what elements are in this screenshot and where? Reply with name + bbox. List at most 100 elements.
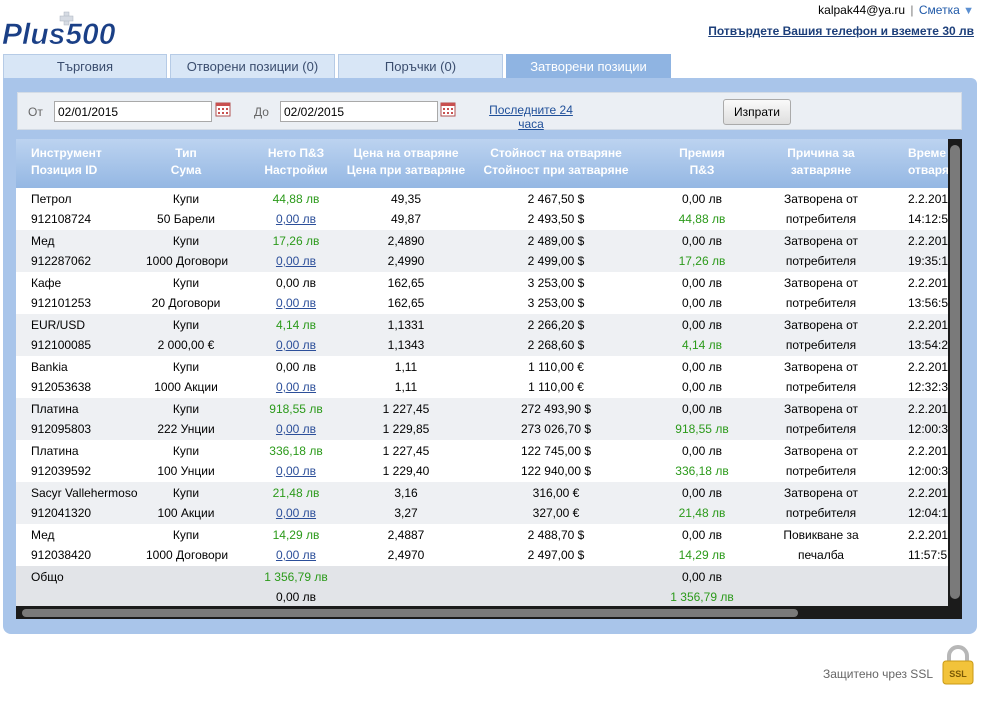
send-button[interactable]: Изпрати — [723, 99, 791, 125]
cell-price-bottom: 2,4990 — [387, 254, 425, 268]
cell-time: 2.2.201 12:04:1 — [908, 482, 948, 524]
cell-net-pnl: 0,00 лв 0,00 лв — [256, 272, 336, 314]
settings-link[interactable]: 0,00 лв — [276, 212, 316, 226]
plus500-logo[interactable]: Plus500 — [2, 10, 134, 48]
cell-price-top: 3,16 — [394, 486, 418, 500]
cell-net-pnl-bottom: 0,00 лв — [256, 335, 336, 355]
cell-instrument-bottom: 912041320 — [31, 506, 92, 520]
header-separator: | — [910, 3, 914, 17]
to-date-input[interactable] — [280, 101, 438, 122]
table-row[interactable]: Мед 912038420 Купи 1000 Договори 14,29 лв 0,0… — [16, 524, 948, 566]
cell-time-top: 2.2.201 — [908, 318, 949, 332]
cell-net-pnl: 4,14 лв 0,00 лв — [256, 314, 336, 356]
cell-time: 2.2.201 13:56:5 — [908, 272, 948, 314]
cell-value-bottom: 2 268,60 $ — [527, 338, 585, 352]
horizontal-scrollbar[interactable] — [16, 607, 962, 619]
table-row[interactable]: Мед 912287062 Купи 1000 Договори 17,26 лв 0,0… — [16, 230, 948, 272]
tab-closed-positions[interactable]: Затворени позиции — [506, 54, 671, 78]
cell-time: 2.2.201 12:00:3 — [908, 440, 948, 482]
table-row[interactable]: Петрол 912108724 Купи 50 Барели 44,88 лв 0,00… — [16, 188, 948, 230]
table-row[interactable]: EUR/USD 912100085 Купи 2 000,00 €4,14 лв 0,0… — [16, 314, 948, 356]
totals-premium-value: 0,00 лв — [681, 570, 723, 584]
cell-instrument: Bankia 912053638 — [31, 356, 151, 398]
cell-type-bottom: 1000 Акции — [154, 380, 218, 394]
cell-price-top: 1 227,45 — [382, 402, 430, 416]
totals-settings: 0,00 лв — [275, 590, 317, 604]
cell-time: 2.2.201 13:54:2 — [908, 314, 948, 356]
col-type[interactable]: Тип Сума — [156, 139, 216, 188]
cell-time-bottom: 12:32:3 — [908, 380, 949, 394]
col-reason[interactable]: Причина за затваряне — [766, 139, 876, 188]
cell-value: 2 489,00 $ 2 499,00 $ — [478, 230, 634, 272]
horizontal-scroll-thumb[interactable] — [22, 609, 798, 617]
settings-link[interactable]: 0,00 лв — [276, 506, 316, 520]
cell-premium: 0,00 лв 21,48 лв — [661, 482, 743, 524]
last-24-hours-link[interactable]: Последните 24 часа — [481, 103, 581, 131]
closed-positions-table: Инструмент Позиция ID Тип Сума Нето П&З Нас… — [16, 139, 962, 619]
chevron-down-icon[interactable]: ▼ — [963, 5, 974, 17]
confirm-phone-link[interactable]: Потвърдете Вашия телефон и вземете 30 лв — [708, 24, 974, 38]
cell-reason-top: Затворена от — [784, 192, 858, 206]
cell-instrument-bottom: 912100085 — [31, 338, 92, 352]
cell-reason-bottom: потребителя — [785, 506, 857, 520]
table-row[interactable]: Bankia 912053638 Купи 1000 Акции 0,00 лв 0,00… — [16, 356, 948, 398]
cell-value-top: 2 488,70 $ — [527, 528, 585, 542]
cell-price: 49,35 49,87 — [338, 188, 474, 230]
cell-value-bottom: 2 499,00 $ — [527, 254, 585, 268]
tab-orders[interactable]: Поръчки (0) — [338, 54, 503, 78]
table-row[interactable]: Sacyr Vallehermoso 912041320 Купи 100 Акции… — [16, 482, 948, 524]
cell-time: 2.2.201 12:00:3 — [908, 398, 948, 440]
col-value[interactable]: Стойност на отваряне Стойност при затваря… — [478, 139, 634, 188]
cell-value-top: 3 253,00 $ — [527, 276, 585, 290]
vertical-scrollbar[interactable] — [948, 139, 962, 607]
settings-link[interactable]: 0,00 лв — [276, 422, 316, 436]
cell-premium: 0,00 лв 44,88 лв — [661, 188, 743, 230]
tab-open-positions[interactable]: Отворени позиции (0) — [170, 54, 335, 78]
account-menu-link[interactable]: Сметка — [919, 3, 960, 17]
table-row[interactable]: Платина 912095803 Купи 222 Унции 918,55 лв 0,… — [16, 398, 948, 440]
cell-premium-bottom: 336,18 лв — [675, 464, 729, 478]
settings-link[interactable]: 0,00 лв — [276, 380, 316, 394]
table-row[interactable]: Кафе 912101253 Купи 20 Договори 0,00 лв 0,00 … — [16, 272, 948, 314]
cell-value: 1 110,00 € 1 110,00 € — [478, 356, 634, 398]
from-date-input[interactable] — [54, 101, 212, 122]
tab-trading[interactable]: Търговия — [3, 54, 167, 78]
cell-reason-top: Затворена от — [784, 318, 858, 332]
cell-reason: Затворена от потребителя — [766, 314, 876, 356]
cell-reason: Затворена от потребителя — [766, 188, 876, 230]
settings-link[interactable]: 0,00 лв — [276, 548, 316, 562]
col-net-pnl[interactable]: Нето П&З Настройки — [256, 139, 336, 188]
settings-link[interactable]: 0,00 лв — [276, 296, 316, 310]
cell-price-bottom: 2,4970 — [387, 548, 425, 562]
cell-price-top: 2,4890 — [387, 234, 425, 248]
cell-type-top: Купи — [172, 318, 200, 332]
cell-instrument: Sacyr Vallehermoso 912041320 — [31, 482, 151, 524]
col-price[interactable]: Цена на отваряне Цена при затваряне — [338, 139, 474, 188]
table-row[interactable]: Платина 912039592 Купи 100 Унции 336,18 лв 0,… — [16, 440, 948, 482]
cell-net-pnl-top: 0,00 лв — [275, 276, 317, 290]
calendar-icon[interactable] — [215, 101, 231, 117]
cell-value-top: 1 110,00 € — [528, 360, 584, 374]
cell-premium: 0,00 лв 918,55 лв — [661, 398, 743, 440]
settings-link[interactable]: 0,00 лв — [276, 254, 316, 268]
settings-link[interactable]: 0,00 лв — [276, 464, 316, 478]
cell-time-top: 2.2.201 — [908, 276, 949, 290]
col-time[interactable]: Време отваря — [908, 139, 949, 188]
cell-premium-top: 0,00 лв — [681, 276, 723, 290]
vertical-scroll-thumb[interactable] — [950, 145, 960, 599]
col-premium[interactable]: Премия П&З — [661, 139, 743, 188]
col-instrument[interactable]: Инструмент Позиция ID — [31, 139, 102, 188]
cell-reason-bottom: потребителя — [785, 380, 857, 394]
cell-time-top: 2.2.201 — [908, 528, 949, 542]
cell-type-bottom: 222 Унции — [157, 422, 215, 436]
cell-reason: Затворена от потребителя — [766, 230, 876, 272]
cell-net-pnl-top: 918,55 лв — [269, 402, 323, 416]
cell-net-pnl-top: 17,26 лв — [272, 234, 320, 248]
calendar-icon[interactable] — [440, 101, 456, 117]
cell-value: 316,00 € 327,00 € — [478, 482, 634, 524]
cell-time-bottom: 13:54:2 — [908, 338, 949, 352]
cell-time: 2.2.201 19:35:1 — [908, 230, 948, 272]
cell-premium-top: 0,00 лв — [681, 444, 723, 458]
settings-link[interactable]: 0,00 лв — [276, 338, 316, 352]
cell-instrument: Мед 912038420 — [31, 524, 151, 566]
